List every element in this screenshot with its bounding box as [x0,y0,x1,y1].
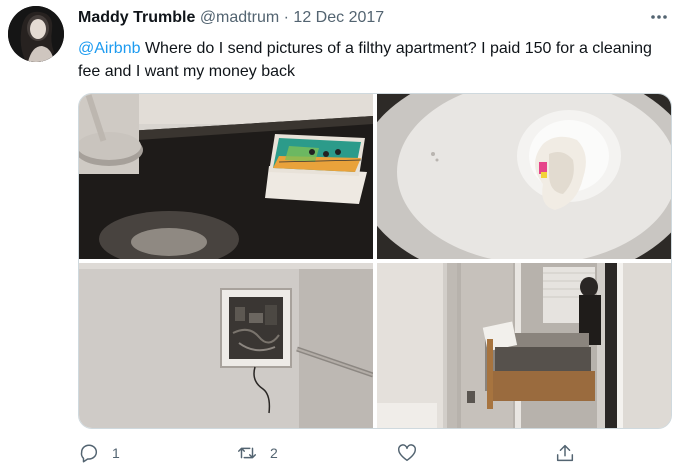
share-icon [556,444,574,462]
tweet-text: @Airbnb Where do I send pictures of a fi… [78,37,668,83]
photo-table-coasters[interactable] [79,94,373,259]
reply-count: 1 [112,445,120,461]
reply-icon [80,444,98,463]
separator-dot: · [283,9,289,26]
retweet-count: 2 [270,445,278,461]
share-button[interactable] [554,440,576,466]
more-options-icon [651,15,667,19]
retweet-icon [238,447,256,459]
media-grid [78,93,672,429]
author-name[interactable]: Maddy Trumble [78,9,195,26]
tweet-header: Maddy Trumble @madtrum · 12 Dec 2017 [78,9,384,27]
photo-toilet[interactable] [377,94,671,259]
author-handle[interactable]: @madtrum [200,9,279,26]
avatar-image [8,6,64,62]
tweet-body: Where do I send pictures of a filthy apa… [78,40,652,80]
action-bar: 1 2 [78,440,670,466]
photo-bedroom-mirror[interactable] [377,263,671,428]
reply-button[interactable]: 1 [78,440,120,466]
tweet-date[interactable]: 12 Dec 2017 [293,9,384,26]
heart-icon [398,444,416,462]
mention-link[interactable]: @Airbnb [78,40,141,57]
more-options-button[interactable] [648,8,670,26]
avatar[interactable] [8,6,64,62]
retweet-button[interactable]: 2 [236,440,278,466]
like-button[interactable] [396,440,418,466]
photo-electrical-box[interactable] [79,263,373,428]
